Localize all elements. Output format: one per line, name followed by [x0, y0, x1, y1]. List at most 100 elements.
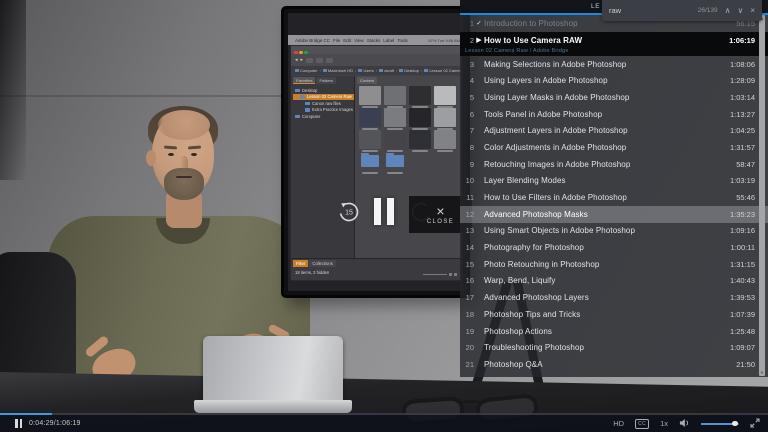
lesson-number: 17: [465, 293, 474, 303]
bridge-menu-item[interactable]: View: [354, 38, 364, 43]
playlist-item-12[interactable]: 12 Advanced Photoshop Masks 1:35:23: [460, 205, 768, 223]
playlist-item-11[interactable]: 11 How to Use Filters in Adobe Photoshop 5…: [460, 189, 768, 206]
playlist-item-8[interactable]: 8 Color Adjustments in Adobe Photoshop 1:3…: [460, 139, 768, 156]
breadcrumb-item[interactable]: zkraft: [379, 68, 394, 73]
image-thumbnail[interactable]: [384, 130, 406, 152]
speed-button[interactable]: 1x: [660, 419, 668, 428]
image-thumbnail[interactable]: [409, 86, 431, 108]
playlist-item-3[interactable]: 3 Making Selections in Adobe Photoshop 1:0…: [460, 56, 768, 73]
image-thumbnail[interactable]: [359, 86, 381, 108]
breadcrumb-item[interactable]: Computer: [295, 68, 318, 73]
playlist-item-15[interactable]: 15 Photo Retouching in Photoshop 1:31:15: [460, 256, 768, 273]
close-search-button[interactable]: ×: [750, 6, 755, 15]
skip-seconds-label: 15: [345, 210, 353, 217]
lesson-duration: 1:28:09: [729, 76, 755, 86]
playlist-item-17[interactable]: 17 Advanced Photoshop Layers 1:39:53: [460, 289, 768, 306]
tab-folders[interactable]: Folders: [316, 77, 336, 84]
fullscreen-button[interactable]: [750, 415, 760, 432]
bridge-menu-item[interactable]: Label: [383, 38, 394, 43]
lesson-number: 1: [469, 18, 474, 28]
playlist-item-13[interactable]: 13 Using Smart Objects in Adobe Photoshop…: [460, 223, 768, 240]
scroll-down-icon[interactable]: ▼: [759, 370, 765, 375]
tab-filter[interactable]: Filter: [293, 260, 309, 267]
playlist-rows: 1 ✓ Introduction to Photoshop 56:15 2 ▶ How to…: [460, 15, 768, 373]
image-thumbnail[interactable]: [409, 130, 431, 152]
search-input[interactable]: raw: [609, 6, 691, 15]
tab-favorites[interactable]: Favorites: [293, 77, 316, 84]
playlist-item-7[interactable]: 7 Adjustment Layers in Adobe Photoshop 1:0…: [460, 122, 768, 139]
playlist-item-21[interactable]: 21 Photoshop Q&A 21:50: [460, 356, 768, 373]
lesson-title: Making Selections in Adobe Photoshop: [484, 59, 627, 69]
pause-toggle-button[interactable]: [15, 419, 22, 428]
previous-match-button[interactable]: ∧: [725, 6, 731, 15]
lesson-number: 14: [465, 243, 474, 253]
lesson-duration: 1:09:07: [729, 343, 755, 353]
player-control-bar: 0:04:29/1:06:19 HD CC 1x: [0, 413, 768, 432]
play-icon: ▶: [476, 36, 482, 44]
lesson-number: 4: [469, 76, 474, 86]
playlist-item-20[interactable]: 20 Troubleshooting Photoshop 1:09:07: [460, 339, 768, 356]
tree-item[interactable]: Computer: [293, 113, 354, 120]
playlist-item-14[interactable]: 14 Photography for Photoshop 1:00:11: [460, 239, 768, 256]
playlist-item-10[interactable]: 10 Layer Blending Modes 1:03:19: [460, 173, 768, 190]
lesson-search-overlay: raw 26/139 ∧ ∨ ×: [602, 0, 762, 21]
volume-slider[interactable]: [701, 420, 739, 427]
lesson-duration: 1:08:06: [729, 59, 755, 69]
folder-icon: [424, 69, 429, 72]
lesson-number: 20: [465, 343, 474, 353]
lesson-title: Layer Blending Modes: [484, 176, 566, 186]
match-counter: 26/139: [697, 7, 718, 14]
tab-collections[interactable]: Collections: [309, 260, 336, 267]
video-player: Adobe Bridge CC File Edit View Stacks Label To…: [0, 0, 768, 432]
playlist-item-19[interactable]: 19 Photoshop Actions 1:25:48: [460, 323, 768, 340]
playlist-item-2[interactable]: 2 ▶ How to Use Camera RAW 1:06:19 Lesson 02 …: [460, 31, 768, 56]
captions-button[interactable]: CC: [635, 418, 650, 429]
image-thumbnail[interactable]: [434, 86, 456, 108]
breadcrumb-item[interactable]: Lesson 02 Camera Raw: [424, 68, 461, 73]
lesson-number: 18: [465, 309, 474, 319]
time-display: 0:04:29/1:06:19: [29, 420, 81, 427]
macbook-lid: [203, 336, 343, 402]
playlist-item-5[interactable]: 5 Using Layer Masks in Adobe Photoshop 1:0…: [460, 89, 768, 106]
folder-icon: [305, 108, 310, 112]
toolbar-icon: [316, 57, 324, 63]
playlist-item-16[interactable]: 16 Warp, Bend, Liquify 1:40:43: [460, 273, 768, 290]
image-thumbnail[interactable]: [384, 86, 406, 108]
playlist-item-18[interactable]: 18 Photoshop Tips and Tricks 1:07:39: [460, 306, 768, 323]
folder-icon: [322, 69, 327, 72]
playlist-item-4[interactable]: 4 Using Layers in Adobe Photoshop 1:28:09: [460, 72, 768, 89]
folder-thumbnail[interactable]: [359, 152, 381, 174]
playlist-scrollbar[interactable]: ▲ ▼: [759, 15, 765, 376]
image-thumbnail[interactable]: [434, 108, 456, 130]
lesson-duration: 1:03:14: [729, 92, 755, 102]
bridge-menu-item[interactable]: File: [333, 38, 340, 43]
folder-icon: [295, 114, 300, 118]
image-thumbnail[interactable]: [359, 130, 381, 152]
lesson-duration: 1:09:16: [729, 226, 755, 236]
playlist-item-9[interactable]: 9 Retouching Images in Adobe Photoshop 58:…: [460, 156, 768, 173]
bridge-toolbar: ◂ ▸: [291, 54, 461, 66]
volume-icon[interactable]: [679, 415, 690, 432]
image-thumbnail[interactable]: [434, 130, 456, 152]
lesson-title: Color Adjustments in Adobe Photoshop: [484, 142, 627, 152]
bridge-menu-item[interactable]: Stacks: [367, 38, 381, 43]
breadcrumb-item[interactable]: Macintosh HD: [322, 68, 353, 73]
lesson-number: 8: [469, 142, 474, 152]
image-thumbnail[interactable]: [359, 108, 381, 130]
image-thumbnail[interactable]: [409, 108, 431, 130]
quality-button[interactable]: HD: [613, 419, 624, 428]
lesson-duration: 1:40:43: [729, 276, 755, 286]
folder-thumbnail[interactable]: [384, 152, 406, 174]
bridge-menu-item[interactable]: Edit: [343, 38, 351, 43]
lesson-number: 21: [465, 359, 474, 369]
breadcrumb-item[interactable]: Users: [358, 68, 374, 73]
skip-back-15-button[interactable]: 15: [337, 200, 361, 224]
playlist-item-6[interactable]: 6 Tools Panel in Adobe Photoshop 1:13:27: [460, 106, 768, 123]
image-thumbnail[interactable]: [384, 108, 406, 130]
lesson-number: 7: [469, 126, 474, 136]
next-match-button[interactable]: ∨: [737, 6, 743, 15]
pause-button[interactable]: [374, 198, 396, 225]
breadcrumb-item[interactable]: Desktop: [399, 68, 419, 73]
lesson-duration: 1:04:25: [729, 126, 755, 136]
bridge-menu-item[interactable]: Tools: [397, 38, 408, 43]
